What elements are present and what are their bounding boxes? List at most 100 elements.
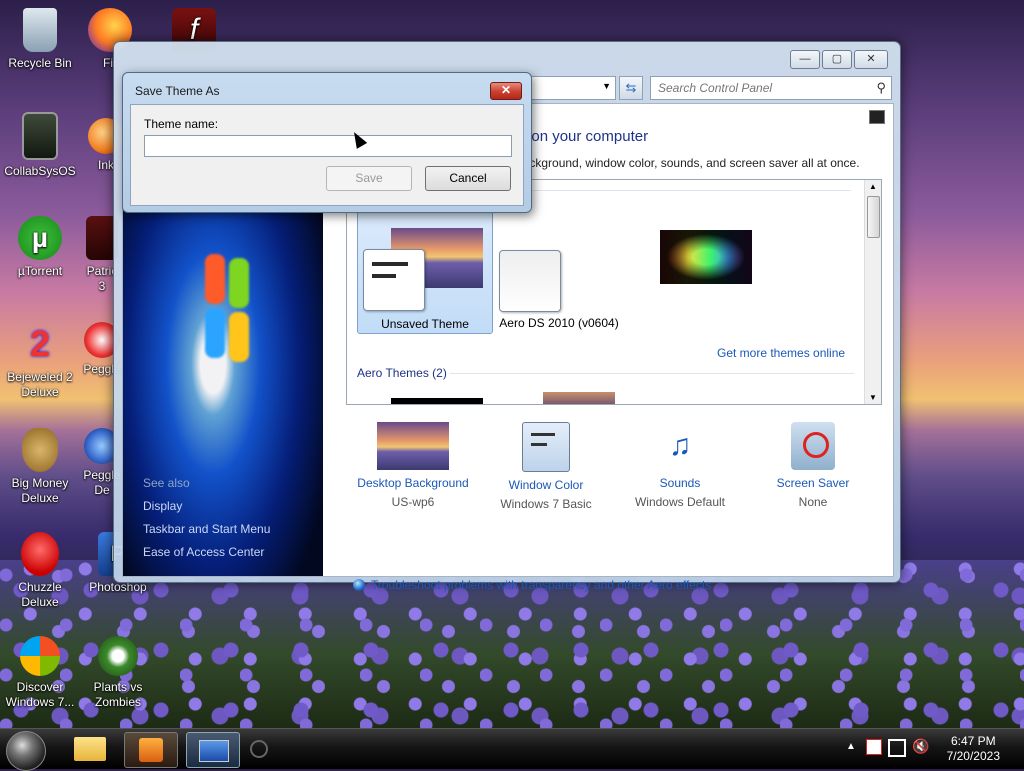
- theme-name-input[interactable]: [144, 135, 512, 157]
- scroll-down-icon[interactable]: ▼: [869, 393, 877, 402]
- sounds-item[interactable]: ♫ Sounds Windows Default: [613, 422, 747, 509]
- theme-name: Unsaved Theme: [381, 317, 469, 331]
- desktop-icon-label: CollabSysOS: [4, 164, 76, 178]
- desktop-icon-big-money[interactable]: Big Money Deluxe: [0, 428, 80, 506]
- search-icon[interactable]: ⚲: [876, 80, 886, 96]
- desktop-icon-plants-vs-zombies[interactable]: Plants vs Zombies: [78, 636, 158, 710]
- desktop-icon-label: Chuzzle Deluxe: [18, 580, 62, 609]
- aero-theme-thumbnail[interactable]: [391, 398, 483, 404]
- desktop-background-icon: [377, 422, 449, 470]
- desktop-icon-label: Bejeweled 2 Deluxe: [7, 370, 73, 399]
- desktop-icon-recycle-bin[interactable]: Recycle Bin: [0, 8, 80, 71]
- scrollbar-thumb[interactable]: [867, 196, 880, 238]
- sounds-link[interactable]: Sounds: [613, 476, 747, 490]
- desktop-icon-label: Plants vs Zombies: [93, 680, 143, 709]
- theme-unsaved[interactable]: Unsaved Theme: [357, 200, 493, 334]
- taskbar: ▲ 🔇 6:47 PM 7/20/2023: [0, 728, 1024, 771]
- desktop-background-value: US-wp6: [391, 495, 435, 509]
- sounds-icon: ♫: [668, 429, 692, 462]
- maximize-button[interactable]: ▢: [822, 50, 852, 69]
- desktop-icon-label: Recycle Bin: [8, 56, 72, 70]
- theme-aero-ds[interactable]: Aero DS 2010 (v0604): [492, 200, 752, 332]
- desktop-icon-label: Discover Windows 7...: [5, 680, 75, 709]
- globe-icon: [353, 579, 365, 591]
- theme-name: Aero DS 2010 (v0604): [499, 316, 619, 330]
- refresh-button[interactable]: ⇆: [619, 76, 643, 100]
- screen-saver-icon: [791, 422, 835, 470]
- refresh-icon: ⇆: [625, 80, 637, 95]
- taskbar-explorer[interactable]: [64, 732, 116, 766]
- dialog-body: Theme name: Save Cancel: [130, 104, 524, 206]
- desktop-background-link[interactable]: Desktop Background: [346, 476, 480, 490]
- link-taskbar[interactable]: Taskbar and Start Menu: [143, 518, 270, 541]
- minimize-button[interactable]: —: [790, 50, 820, 69]
- link-ease-of-access[interactable]: Ease of Access Center: [143, 541, 270, 564]
- window-color-link[interactable]: Window Color: [479, 478, 613, 492]
- taskbar-app-4[interactable]: [246, 732, 270, 766]
- clock-time: 6:47 PM: [950, 734, 996, 748]
- search-icon: [250, 740, 268, 758]
- windows-logo-icon: [20, 636, 60, 676]
- screen-saver-item[interactable]: Screen Saver None: [746, 422, 880, 509]
- window-color-icon: [522, 422, 570, 472]
- screen-saver-value: None: [798, 495, 828, 509]
- scroll-up-icon[interactable]: ▲: [869, 182, 877, 191]
- desktop-background-item[interactable]: Desktop Background US-wp6: [346, 422, 480, 509]
- troubleshoot-link[interactable]: Troubleshoot problems with transparency …: [353, 578, 711, 592]
- page-subtitle: p background, window color, sounds, and …: [506, 156, 860, 170]
- search-placeholder: Search Control Panel: [658, 81, 773, 95]
- clock[interactable]: 6:47 PM 7/20/2023: [947, 734, 1000, 764]
- dialog-close-button[interactable]: ✕: [490, 82, 522, 100]
- desktop-icon-collabsysos[interactable]: CollabSysOS: [0, 112, 80, 179]
- desktop-icon-label: Ink: [97, 158, 114, 172]
- start-button[interactable]: [6, 731, 46, 771]
- control-panel-icon: [199, 740, 229, 762]
- close-button[interactable]: ✕: [854, 50, 888, 69]
- volume-muted-icon[interactable]: 🔇: [912, 738, 929, 755]
- chuzzle-icon: [21, 532, 59, 576]
- folder-icon: [74, 737, 106, 761]
- plants-vs-zombies-icon: [98, 636, 138, 676]
- cancel-button[interactable]: Cancel: [425, 166, 511, 191]
- link-display[interactable]: Display: [143, 495, 270, 518]
- desktop-icon-label: µTorrent: [17, 264, 63, 278]
- search-input[interactable]: Search Control Panel ⚲: [650, 76, 892, 100]
- address-bar[interactable]: ▼: [524, 76, 616, 100]
- desktop-icon-label: Big Money Deluxe: [11, 476, 69, 505]
- aero-themes-label: Aero Themes (2): [357, 366, 447, 380]
- close-icon: ✕: [500, 83, 512, 97]
- screen-saver-link[interactable]: Screen Saver: [746, 476, 880, 490]
- taskbar-personalization[interactable]: [186, 732, 240, 768]
- desktop-icon-bejeweled[interactable]: 2 Bejeweled 2 Deluxe: [0, 322, 80, 400]
- aero-theme-thumbnail[interactable]: [543, 392, 615, 404]
- window-color-preview: [499, 250, 561, 312]
- collabsysos-icon: [22, 112, 58, 160]
- window-color-item[interactable]: Window Color Windows 7 Basic: [479, 422, 613, 511]
- window-color-preview: [363, 249, 425, 311]
- desktop-icon-chuzzle[interactable]: Chuzzle Deluxe: [0, 532, 80, 610]
- app-icon: [139, 738, 163, 762]
- save-button[interactable]: Save: [326, 166, 412, 191]
- network-icon[interactable]: [888, 739, 906, 757]
- themes-scrollbar[interactable]: ▲ ▼: [864, 180, 881, 404]
- taskbar-app-2[interactable]: [124, 732, 178, 768]
- recycle-bin-icon: [23, 8, 57, 52]
- theme-name-label: Theme name:: [144, 117, 219, 131]
- get-more-themes-link[interactable]: Get more themes online: [717, 346, 845, 360]
- show-hidden-icons-icon[interactable]: ▲: [846, 741, 856, 752]
- clock-date: 7/20/2023: [946, 749, 1000, 763]
- save-theme-dialog: Save Theme As ✕ Theme name: Save Cancel: [122, 72, 532, 213]
- chevron-down-icon[interactable]: ▼: [602, 81, 611, 91]
- action-center-icon[interactable]: [866, 739, 882, 755]
- sounds-value: Windows Default: [634, 495, 726, 509]
- see-also-links: See also Display Taskbar and Start Menu …: [143, 472, 270, 564]
- system-tray: ▲ 🔇 6:47 PM 7/20/2023: [824, 729, 1024, 769]
- window-color-value: Windows 7 Basic: [500, 497, 592, 511]
- theme-thumbnail: [660, 230, 752, 284]
- bejeweled-icon: 2: [29, 323, 51, 364]
- help-icon[interactable]: [869, 110, 885, 124]
- troubleshoot-text[interactable]: Troubleshoot problems with transparency …: [371, 578, 711, 592]
- utorrent-icon: µ: [18, 216, 62, 260]
- desktop-icon-utorrent[interactable]: µ µTorrent: [0, 216, 80, 279]
- desktop-icon-discover-windows[interactable]: Discover Windows 7...: [0, 636, 80, 710]
